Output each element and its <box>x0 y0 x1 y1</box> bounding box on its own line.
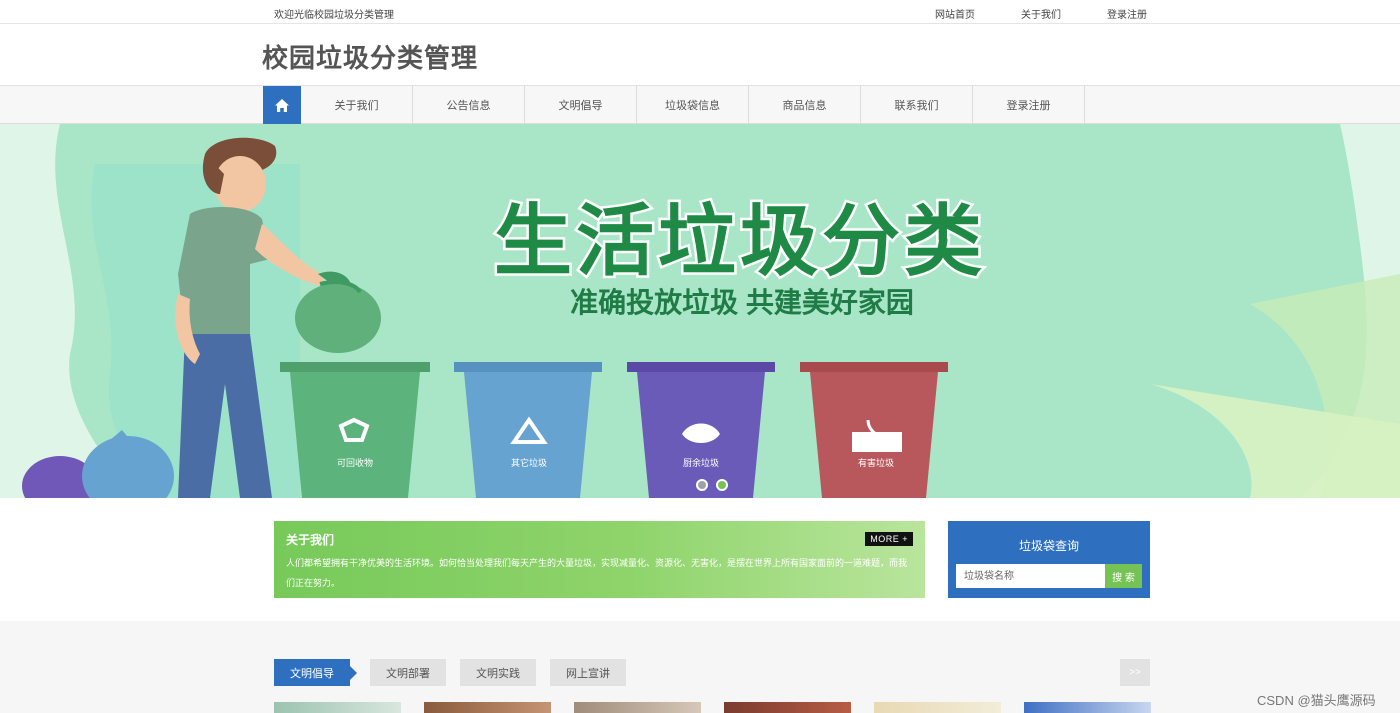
about-title: 关于我们 <box>286 533 335 547</box>
news-thumbnail[interactable] <box>424 702 551 713</box>
about-more-button[interactable]: MORE + <box>865 532 913 546</box>
tab-online-lecture[interactable]: 网上宣讲 <box>550 659 626 686</box>
banner-subline: 准确投放垃圾 共建美好家园 <box>570 286 914 318</box>
slider-dot-2[interactable] <box>716 479 728 491</box>
bin-recyclable: 可回收物 <box>280 362 430 498</box>
top-link-login[interactable]: 登录注册 <box>1107 6 1147 21</box>
news-thumbnail[interactable] <box>724 702 851 713</box>
nav-item-notice[interactable]: 公告信息 <box>413 86 525 124</box>
about-panel: 关于我们 MORE + 人们都希望拥有干净优美的生活环境。如何恰当处理我们每天产… <box>274 521 925 598</box>
top-link-home[interactable]: 网站首页 <box>935 6 975 21</box>
news-section: 文明倡导 文明部署 文明实践 网上宣讲 >> <box>0 621 1400 713</box>
nav-item-contact[interactable]: 联系我们 <box>861 86 973 124</box>
hero-banner[interactable]: 生活垃圾分类 准确投放垃圾 共建美好家园 可回收物 其它垃圾 厨余垃圾 有害垃圾 <box>0 124 1400 498</box>
garbage-bag-name-input[interactable] <box>956 564 1105 588</box>
site-title[interactable]: 校园垃圾分类管理 <box>262 38 478 75</box>
news-thumbnail[interactable] <box>274 702 401 713</box>
news-tabs: 文明倡导 文明部署 文明实践 网上宣讲 <box>274 659 640 686</box>
top-bar: 欢迎光临校园垃圾分类管理 网站首页 关于我们 登录注册 <box>0 0 1400 24</box>
garbage-bag-search-panel: 垃圾袋查询 搜 索 <box>948 521 1150 598</box>
bin-hazardous: 有害垃圾 <box>800 362 948 498</box>
welcome-text: 欢迎光临校园垃圾分类管理 <box>274 10 394 21</box>
top-link-about[interactable]: 关于我们 <box>1021 6 1061 21</box>
page: 欢迎光临校园垃圾分类管理 网站首页 关于我们 登录注册 校园垃圾分类管理 关于我… <box>0 0 1400 713</box>
tab-civility-advocacy[interactable]: 文明倡导 <box>274 659 357 686</box>
home-icon <box>275 98 289 112</box>
nav-item-civility[interactable]: 文明倡导 <box>525 86 637 124</box>
nav-item-about[interactable]: 关于我们 <box>301 86 413 124</box>
search-button[interactable]: 搜 索 <box>1105 564 1142 588</box>
news-thumbnails <box>274 702 1174 713</box>
nav-item-login[interactable]: 登录注册 <box>973 86 1085 124</box>
top-links: 网站首页 关于我们 登录注册 <box>935 6 1193 21</box>
banner-illustration: 生活垃圾分类 准确投放垃圾 共建美好家园 可回收物 其它垃圾 厨余垃圾 有害垃圾 <box>0 124 1400 498</box>
slider-dot-1[interactable] <box>696 479 708 491</box>
tab-civility-practice[interactable]: 文明实践 <box>460 659 536 686</box>
bin-kitchen: 厨余垃圾 <box>627 362 775 498</box>
nav-item-garbage-bags[interactable]: 垃圾袋信息 <box>637 86 749 124</box>
news-thumbnail[interactable] <box>574 702 701 713</box>
bin-label-hazardous: 有害垃圾 <box>858 457 894 468</box>
nav-item-products[interactable]: 商品信息 <box>749 86 861 124</box>
nav-home-button[interactable] <box>263 86 301 124</box>
news-thumbnail[interactable] <box>1024 702 1151 713</box>
slider-dots <box>696 479 728 491</box>
about-text: 人们都希望拥有干净优美的生活环境。如何恰当处理我们每天产生的大量垃圾，实现减量化… <box>286 558 908 588</box>
tabs-next-button[interactable]: >> <box>1120 659 1150 686</box>
bin-label-other: 其它垃圾 <box>511 457 547 468</box>
main-nav: 关于我们 公告信息 文明倡导 垃圾袋信息 商品信息 联系我们 登录注册 <box>0 86 1400 124</box>
site-header: 校园垃圾分类管理 <box>0 24 1400 86</box>
bin-other: 其它垃圾 <box>454 362 602 498</box>
bin-label-kitchen: 厨余垃圾 <box>683 457 719 468</box>
tab-civility-deployment[interactable]: 文明部署 <box>370 659 446 686</box>
news-thumbnail[interactable] <box>874 702 1001 713</box>
search-title: 垃圾袋查询 <box>1018 539 1079 553</box>
banner-headline: 生活垃圾分类 <box>494 197 986 285</box>
bin-label-recyclable: 可回收物 <box>337 457 373 468</box>
csdn-watermark: CSDN @猫头鹰源码 <box>1257 693 1376 708</box>
